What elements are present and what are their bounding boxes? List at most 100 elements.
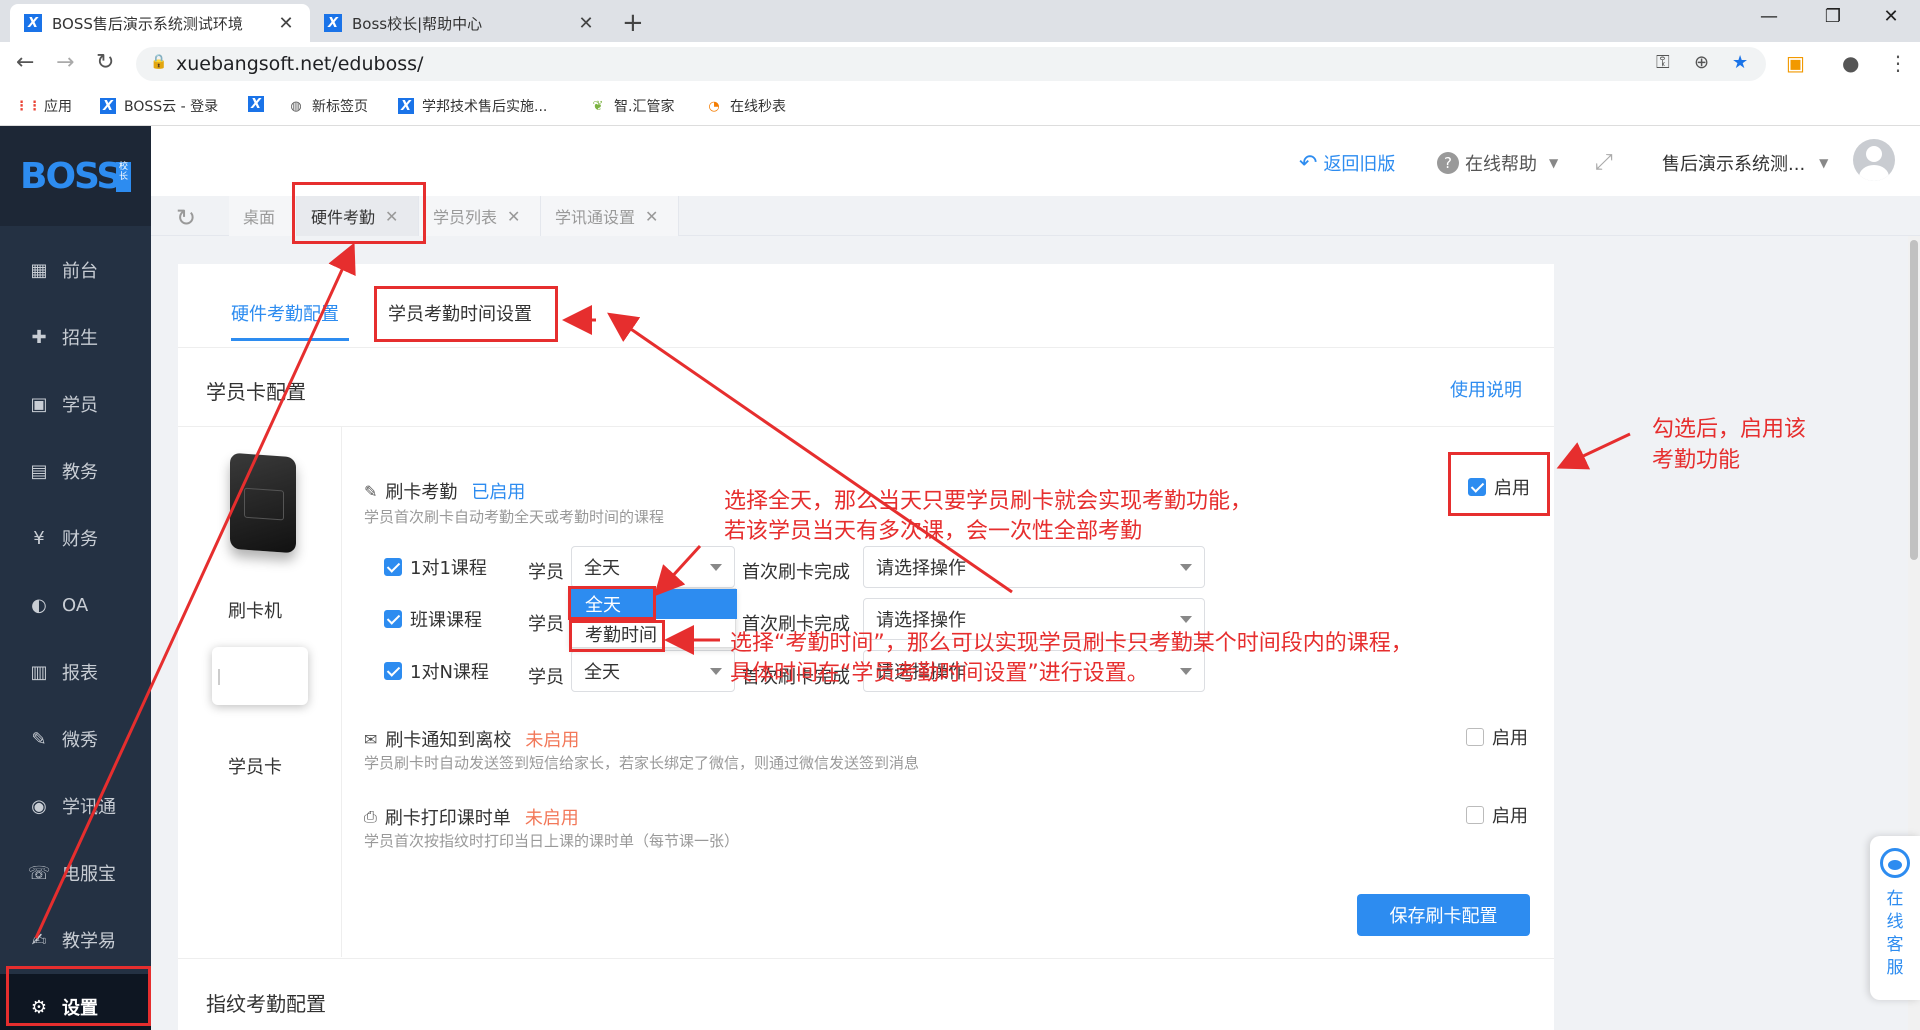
sidebar-item-jiaowu[interactable]: ▤ 教务: [0, 438, 151, 504]
sidebar-item-weixiu[interactable]: ✎ 微秀: [0, 706, 151, 772]
sidebar-item-label: 微秀: [62, 730, 98, 751]
chevron-down-icon: [1180, 564, 1192, 571]
scrollbar-thumb[interactable]: [1910, 240, 1918, 560]
sidebar-item-label: 招生: [62, 328, 98, 349]
page-tab-desktop[interactable]: 桌面: [229, 196, 297, 236]
save-card-config-button[interactable]: 保存刷卡配置: [1357, 894, 1530, 936]
bookmark-xuebang[interactable]: X 学邦技术售后实施...: [398, 96, 547, 116]
page-tab-xuexuntong-settings[interactable]: 学讯通设置 ✕: [541, 196, 679, 236]
sidebar-item-xueyuan[interactable]: ▣ 学员: [0, 371, 151, 437]
sidebar-item-label: 电服宝: [62, 864, 116, 885]
boss-logo[interactable]: BOSS 校长: [0, 126, 151, 226]
student-icon: ▣: [30, 393, 48, 415]
oa-icon: ◐: [31, 594, 47, 616]
book-icon: ▤: [30, 460, 48, 482]
course-checkbox-1vn[interactable]: 1对N课程: [384, 658, 489, 684]
online-service-button[interactable]: 在线客服: [1870, 836, 1920, 1000]
checkbox[interactable]: [384, 610, 402, 628]
chevron-down-icon: [1180, 668, 1192, 675]
logo-text: BOSS: [20, 156, 122, 197]
menu-dots-icon[interactable]: ⋮: [1888, 51, 1908, 75]
key-icon[interactable]: ⚿: [1656, 52, 1670, 73]
star-icon[interactable]: ★: [1732, 52, 1748, 73]
yen-icon: ¥: [33, 527, 45, 549]
zoom-icon[interactable]: ⊕: [1694, 52, 1709, 73]
account-icon[interactable]: ●: [1842, 51, 1859, 75]
address-bar[interactable]: 🔒 xuebangsoft.net/eduboss/ ⚿ ⊕ ★: [136, 47, 1766, 81]
tab-hardware-config[interactable]: 硬件考勤配置: [231, 300, 349, 341]
back-old-version-button[interactable]: ↶ 返回旧版: [1299, 150, 1395, 176]
checkbox-label: 启用: [1492, 728, 1528, 749]
close-tab-icon[interactable]: ✕: [276, 13, 296, 34]
online-help-button[interactable]: ? 在线帮助 ▼: [1437, 150, 1558, 176]
back-arrow-icon[interactable]: ←: [16, 50, 34, 75]
browser-tab[interactable]: X Boss校长|帮助中心 ✕: [310, 4, 610, 42]
feature-title: 刷卡通知到离校: [385, 730, 512, 751]
new-tab-button[interactable]: +: [622, 8, 644, 38]
restore-button[interactable]: ❐: [1810, 6, 1856, 27]
refresh-icon[interactable]: ↻: [176, 204, 196, 232]
user-menu[interactable]: 售后演示系统测... ▼: [1662, 150, 1828, 176]
print-title: ⎙ 刷卡打印课时单 未启用: [364, 804, 579, 830]
usage-instructions-link[interactable]: 使用说明: [1450, 376, 1522, 402]
fullscreen-icon[interactable]: ⤢: [1595, 150, 1613, 175]
x-logo-icon: X: [24, 14, 42, 32]
sidebar-item-zhaosheng[interactable]: ✚ 招生: [0, 304, 151, 370]
reload-icon[interactable]: ↻: [96, 50, 114, 75]
forward-arrow-icon[interactable]: →: [56, 50, 74, 75]
operation-select[interactable]: 请选择操作: [863, 546, 1205, 588]
xiu-icon: ✎: [31, 728, 47, 750]
sidebar-item-jiaoxueyi[interactable]: ✍ 教学易: [0, 907, 151, 973]
bookmark-stopwatch[interactable]: ◔ 在线秒表: [706, 96, 786, 116]
close-window-button[interactable]: ✕: [1868, 6, 1914, 27]
scope-select[interactable]: 全天: [571, 650, 735, 692]
close-icon[interactable]: ✕: [645, 207, 658, 226]
checkbox[interactable]: [384, 662, 402, 680]
bookmark-zhihui[interactable]: ❦ 智.汇管家: [590, 96, 675, 116]
bookmark-x[interactable]: X: [248, 96, 272, 112]
sidebar-item-caiwu[interactable]: ¥ 财务: [0, 505, 151, 571]
close-tab-icon[interactable]: ✕: [576, 13, 596, 34]
device-column: 刷卡机 学员卡: [178, 427, 342, 957]
browser-tab-title: Boss校长|帮助中心: [352, 14, 483, 33]
select-value: 请选择操作: [876, 558, 966, 579]
leaf-icon: ❦: [592, 98, 604, 114]
checkbox[interactable]: [1466, 728, 1484, 746]
back-old-label: 返回旧版: [1323, 154, 1396, 175]
who-label: 学员: [528, 614, 564, 635]
scope-select[interactable]: 全天: [571, 546, 735, 588]
bookmark-apps[interactable]: ⋮⋮ 应用: [15, 96, 72, 116]
add-user-icon: ✚: [31, 326, 47, 348]
minimize-button[interactable]: —: [1746, 6, 1792, 27]
checkbox[interactable]: [1466, 806, 1484, 824]
x-icon: X: [100, 98, 116, 114]
bookmark-label: 在线秒表: [730, 99, 786, 115]
extension-icon[interactable]: ▣: [1786, 51, 1805, 75]
print-enable-checkbox[interactable]: 启用: [1466, 802, 1528, 828]
bookmark-new-tab[interactable]: ◍ 新标签页: [288, 96, 368, 116]
x-icon: X: [398, 98, 414, 114]
bookmark-boss-cloud[interactable]: X BOSS云 - 登录: [100, 96, 218, 116]
course-checkbox-class[interactable]: 班课课程: [384, 606, 482, 632]
sidebar-item-xuexuntong[interactable]: ◉ 学讯通: [0, 773, 151, 839]
course-checkbox-1v1[interactable]: 1对1课程: [384, 554, 487, 580]
checkbox[interactable]: [384, 558, 402, 576]
after-label: 首次刷卡完成: [742, 562, 850, 583]
arrow-to-enable: [1556, 432, 1631, 470]
course-label: 1对1课程: [410, 558, 487, 579]
app-sidebar: BOSS 校长 ▦ 前台 ✚ 招生 ▣ 学员 ▤ 教务 ¥ 财务 ◐ OA ▥ …: [0, 126, 151, 1030]
sidebar-item-baobiao[interactable]: ▥ 报表: [0, 639, 151, 705]
close-icon[interactable]: ✕: [507, 207, 520, 226]
user-name: 售后演示系统测...: [1662, 154, 1806, 175]
sidebar-item-qiantai[interactable]: ▦ 前台: [0, 237, 151, 303]
browser-tab-active[interactable]: X BOSS售后演示系统测试环境 ✕: [10, 4, 310, 42]
sidebar-item-oa[interactable]: ◐ OA: [0, 572, 151, 638]
page-tab-student-list[interactable]: 学员列表 ✕: [419, 196, 541, 236]
globe-icon: ◍: [290, 98, 302, 114]
avatar[interactable]: [1853, 139, 1895, 181]
url-text: xuebangsoft.net/eduboss/: [176, 53, 424, 75]
sidebar-item-dianfubao[interactable]: ☏ 电服宝: [0, 840, 151, 906]
sidebar-item-label: 财务: [62, 529, 98, 550]
sidebar-item-label: 学讯通: [62, 797, 116, 818]
notify-enable-checkbox[interactable]: 启用: [1466, 724, 1528, 750]
